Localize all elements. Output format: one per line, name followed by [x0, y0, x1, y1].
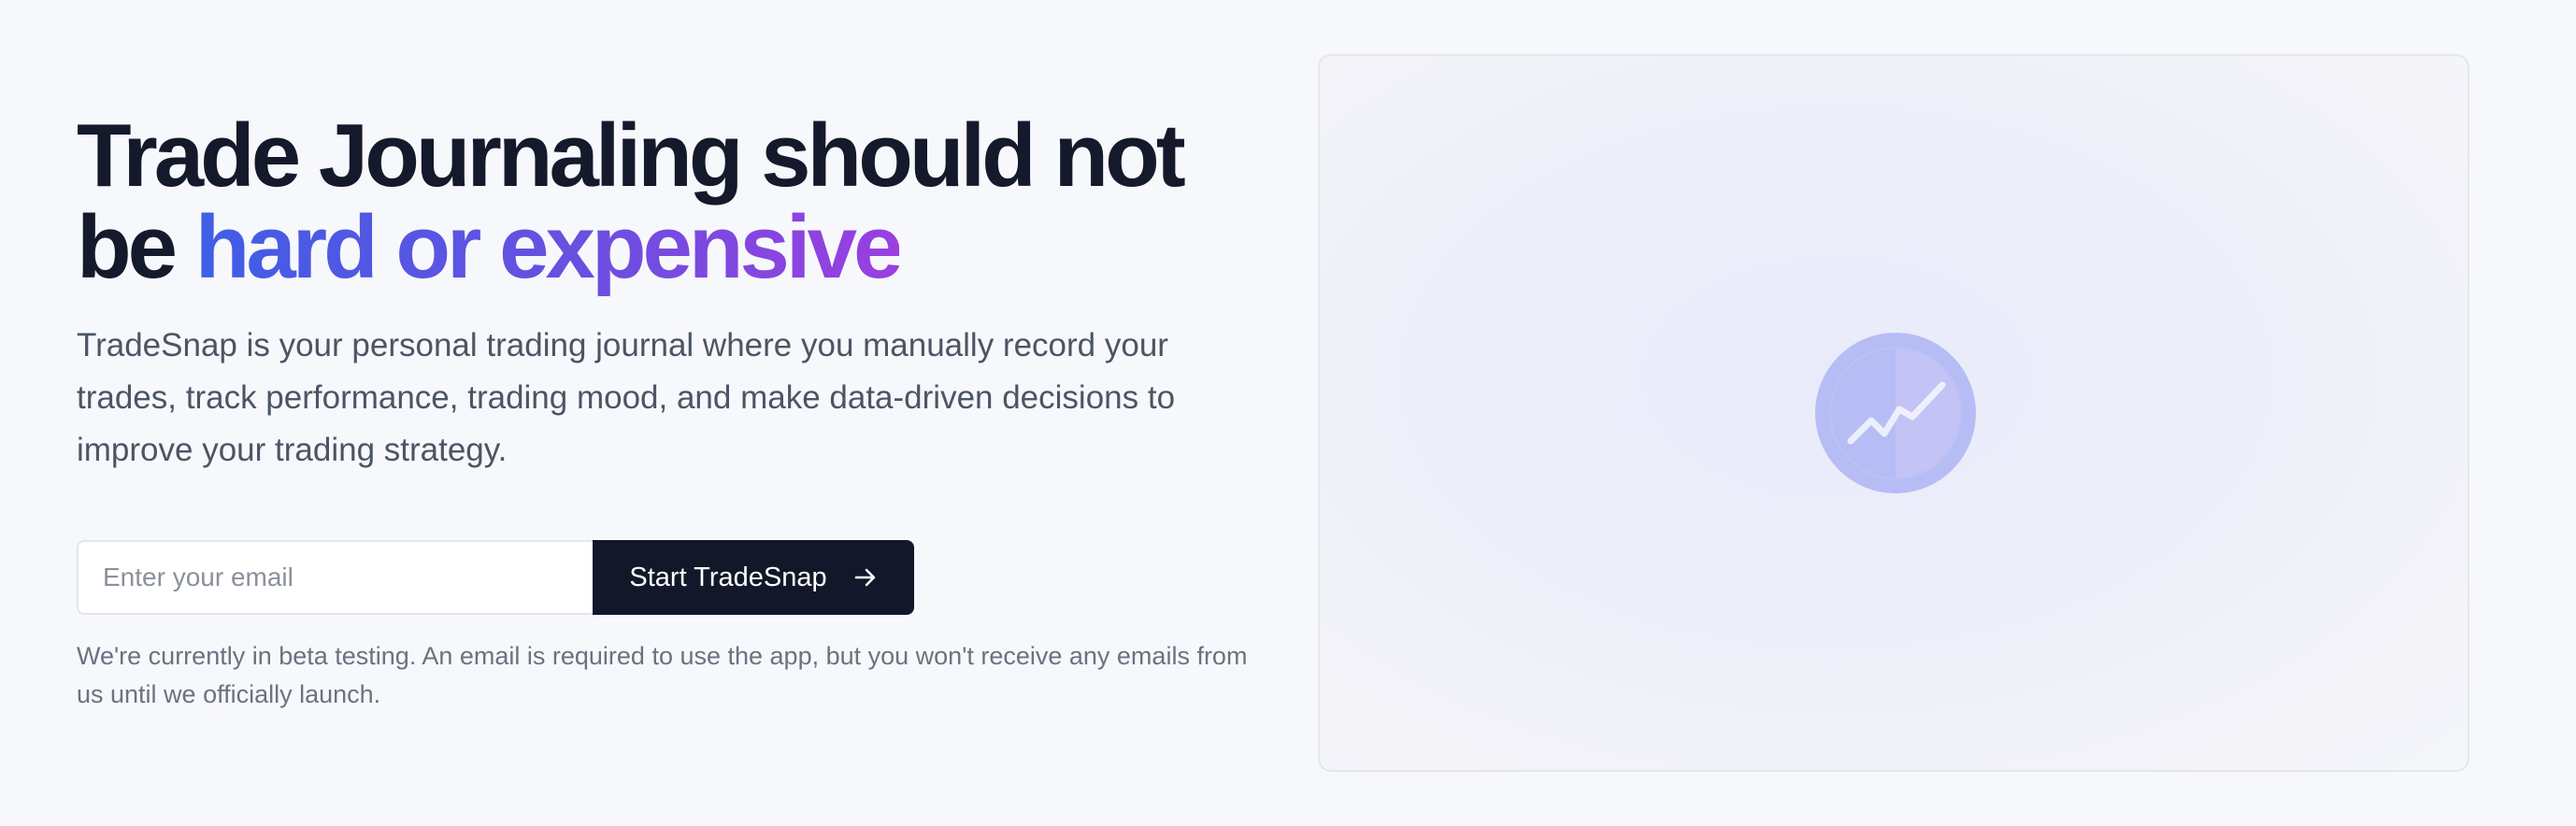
start-tradesnap-button[interactable]: Start TradeSnap: [593, 540, 914, 615]
chart-trend-icon: [1829, 347, 1962, 479]
signup-form: Start TradeSnap: [77, 540, 914, 615]
logo-badge: [1815, 333, 1976, 493]
headline-highlight: hard or expensive: [194, 197, 904, 297]
start-tradesnap-label: Start TradeSnap: [629, 562, 827, 592]
hero-section: Trade Journaling should not be hard or e…: [0, 0, 2576, 826]
email-input[interactable]: [77, 540, 593, 615]
hero-text-block: Trade Journaling should not be hard or e…: [77, 110, 1254, 477]
hero-subtitle: TradeSnap is your personal trading journ…: [77, 327, 1176, 468]
arrow-right-icon: [854, 568, 875, 587]
app-preview-panel: [1318, 54, 2469, 772]
beta-note: We're currently in beta testing. An emai…: [77, 642, 1248, 708]
hero-headline: Trade Journaling should not be hard or e…: [77, 110, 1254, 293]
